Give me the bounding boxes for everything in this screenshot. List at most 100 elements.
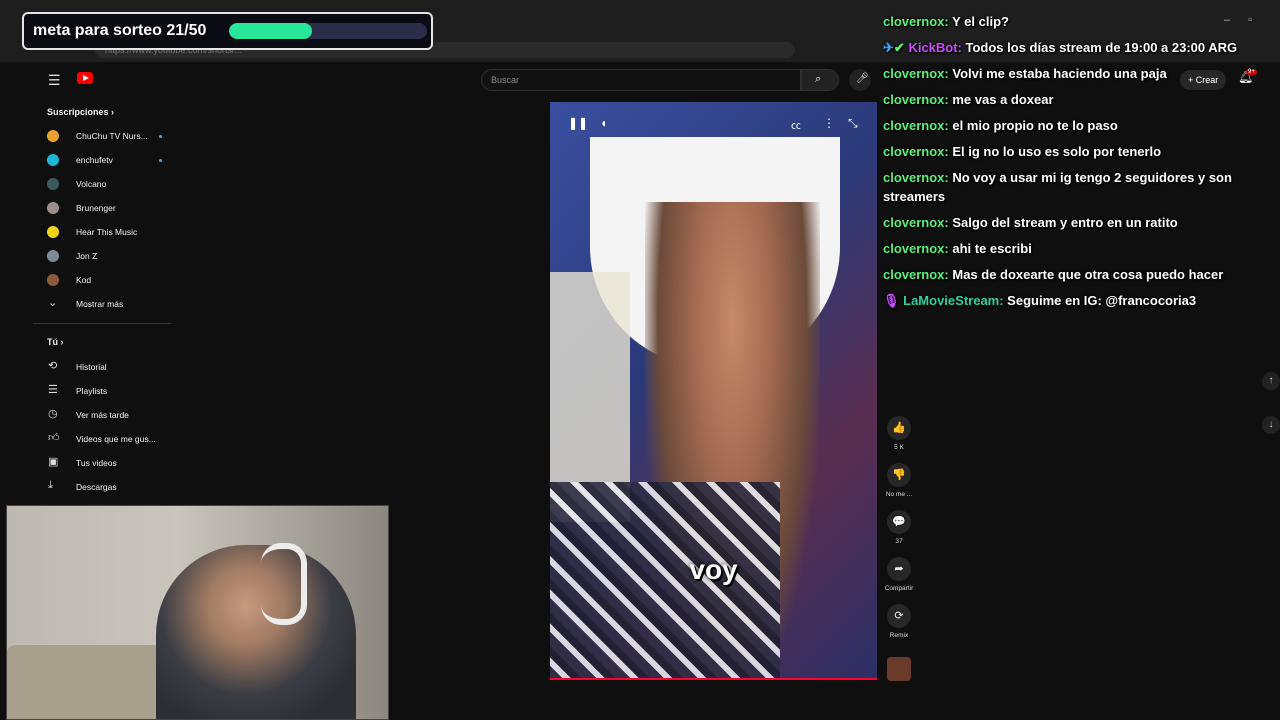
sidebar-you-item[interactable]: ◷ Ver más tarde (43, 406, 171, 424)
chat-message: clovernox: ahi te escribi (883, 239, 1268, 258)
search-button[interactable]: ⌕ (801, 69, 839, 91)
show-more-button[interactable]: ⌄ Mostrar más (43, 295, 171, 313)
subscriptions-heading[interactable]: Suscripciones › (47, 107, 114, 117)
you-item-label: Descargas (76, 482, 117, 492)
sidebar-you-item[interactable]: ▣ Tus videos (43, 454, 171, 472)
captions-icon[interactable]: ㏄ (791, 117, 801, 132)
chat-username[interactable]: clovernox: (883, 92, 949, 107)
subscription-label: ChuChu TV Nurs... (76, 131, 148, 141)
chat-username[interactable]: clovernox: (883, 215, 949, 230)
like-label: 5 K (894, 444, 904, 451)
short-video-player[interactable]: ❚❚ ◖ ㏄ ⋮ ⤡ voy (550, 102, 877, 680)
chevron-right-icon: › (111, 107, 115, 117)
chat-message: clovernox: Y el clip? (883, 12, 1268, 31)
sidebar-you-item[interactable]: 👍︎ Videos que me gus... (43, 430, 171, 448)
sidebar-subscription-item[interactable]: Brunenger (43, 199, 171, 217)
chat-message: clovernox: el mio propio no te lo paso (883, 116, 1268, 135)
chat-text: Y el clip? (948, 14, 1009, 29)
chat-text: Mas de doxearte que otra cosa puedo hace… (948, 267, 1224, 282)
chat-text: El ig no lo uso es solo por tenerlo (948, 144, 1162, 159)
chat-text: Seguime en IG: @francocoria3 (1003, 293, 1197, 308)
chat-message: clovernox: El ig no lo uso es solo por t… (883, 142, 1268, 161)
previous-short-button[interactable]: ↑ (1262, 372, 1280, 390)
share-label: Compartir (884, 585, 914, 592)
next-short-button[interactable]: ↓ (1262, 416, 1280, 434)
dislike-button[interactable]: 👎 No me ... (884, 463, 914, 498)
broadcaster-badge-icon: 🎙︎ (883, 293, 900, 308)
remix-label: Remix (889, 632, 909, 639)
sidebar-subscription-item[interactable]: Jon Z (43, 247, 171, 265)
thumbs-down-icon: 👎 (887, 463, 911, 487)
clock-icon: ◷ (48, 408, 58, 420)
chat-text: Todos los días stream de 19:00 a 23:00 A… (961, 40, 1238, 55)
sidebar-subscription-item[interactable]: Hear This Music (43, 223, 171, 241)
like-button[interactable]: 👍 5 K (884, 416, 914, 451)
channel-avatar (47, 226, 59, 238)
search-input[interactable]: Buscar (481, 69, 801, 91)
you-item-label: Tus videos (76, 458, 117, 468)
fullscreen-icon[interactable]: ⤡ (848, 116, 858, 131)
comments-label: 37 (895, 538, 903, 545)
chat-text: Volvi me estaba haciendo una paja (948, 66, 1167, 81)
chevron-right-icon: › (60, 337, 64, 347)
chat-username[interactable]: clovernox: (883, 66, 949, 81)
video-caption: voy (689, 554, 738, 585)
chat-text: Salgo del stream y entro en un ratito (948, 215, 1178, 230)
sidebar-you-item[interactable]: ☰ Playlists (43, 382, 171, 400)
pause-icon[interactable]: ❚❚ (568, 116, 588, 130)
chat-username[interactable]: clovernox: (883, 267, 949, 282)
channel-avatar (47, 154, 59, 166)
youtube-sidebar: ☰ Suscripciones › ChuChu TV Nurs... enchu… (33, 62, 173, 502)
webcam-frame (6, 505, 389, 720)
thumbs-up-icon: 👍 (887, 416, 911, 440)
you-heading[interactable]: Tú › (47, 337, 64, 347)
you-item-label: Historial (76, 362, 107, 372)
verified-badge-icon: ✔ (893, 40, 905, 55)
youtube-logo-play-icon (83, 75, 89, 81)
sidebar-subscription-item[interactable]: Volcano (43, 175, 171, 193)
sidebar-you-item[interactable]: ⟲ Historial (43, 358, 171, 376)
chat-username[interactable]: clovernox: (883, 14, 949, 29)
comments-button[interactable]: 💬 37 (884, 510, 914, 545)
more-options-icon[interactable]: ⋮ (823, 116, 835, 130)
chat-message: ✈✔ KickBot: Todos los días stream de 19:… (883, 38, 1268, 57)
chat-username[interactable]: LaMovieStream: (903, 293, 1003, 308)
sidebar-divider (33, 323, 171, 324)
like-icon: 👍︎ (48, 432, 60, 444)
hamburger-menu-icon[interactable]: ☰ (48, 72, 61, 89)
goal-progress-track (229, 23, 427, 39)
new-content-dot (159, 135, 162, 138)
channel-avatar[interactable] (887, 657, 911, 681)
sidebar-subscription-item[interactable]: Kod (43, 271, 171, 289)
chat-text: el mio propio no te lo paso (948, 118, 1118, 133)
playlist-icon: ☰ (48, 384, 58, 396)
video-progress-bar[interactable] (550, 678, 877, 680)
chat-message: clovernox: No voy a usar mi ig tengo 2 s… (883, 168, 1268, 206)
sidebar-subscription-item[interactable]: enchufetv (43, 151, 171, 169)
chat-username[interactable]: KickBot: (908, 40, 961, 55)
chat-username[interactable]: clovernox: (883, 118, 949, 133)
you-item-label: Ver más tarde (76, 410, 129, 420)
bot-badge-icon: ✈ (883, 40, 894, 55)
sidebar-subscription-item[interactable]: ChuChu TV Nurs... (43, 127, 171, 145)
share-button[interactable]: ➦ Compartir (884, 557, 914, 592)
chevron-down-icon: ⌄ (48, 297, 58, 309)
download-icon: ⤓ (48, 479, 53, 491)
goal-progress-fill (229, 23, 313, 39)
chat-username[interactable]: clovernox: (883, 144, 949, 159)
chat-text: me vas a doxear (948, 92, 1054, 107)
subscription-label: Brunenger (76, 203, 116, 213)
chat-text: ahi te escribi (948, 241, 1032, 256)
video-icon: ▣ (48, 456, 59, 468)
volume-icon[interactable]: ◖ (600, 116, 607, 130)
arrow-down-icon: ↓ (1268, 419, 1274, 430)
remix-button[interactable]: ⟳ Remix (884, 604, 914, 639)
share-icon: ➦ (887, 557, 911, 581)
subscription-label: Hear This Music (76, 227, 138, 237)
subscription-label: enchufetv (76, 155, 113, 165)
chat-username[interactable]: clovernox: (883, 170, 949, 185)
chat-username[interactable]: clovernox: (883, 241, 949, 256)
sidebar-you-item[interactable]: ⤓ Descargas (43, 478, 171, 496)
voice-search-button[interactable]: 🎤︎ (849, 69, 871, 91)
channel-avatar (47, 274, 59, 286)
